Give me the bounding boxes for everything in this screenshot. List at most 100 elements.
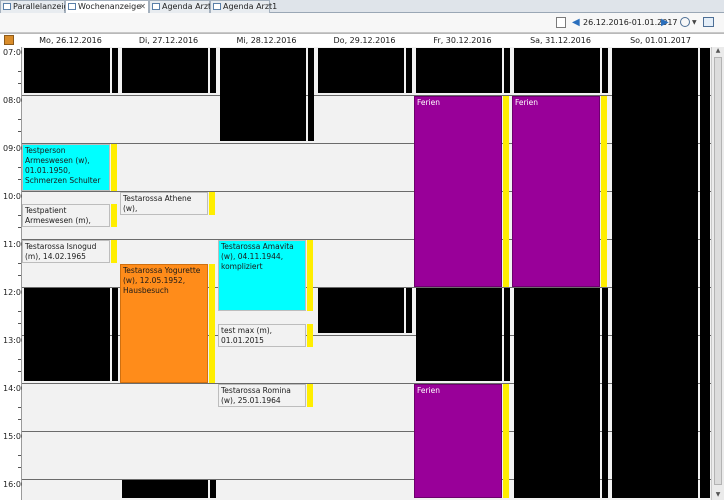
quarter-tick [18, 131, 21, 132]
day-header-monday: Mo, 26.12.2016 [39, 36, 102, 45]
blocked-slot[interactable] [504, 48, 510, 93]
appointment[interactable]: Testarossa Isnogud (m), 14.02.1965 [22, 240, 110, 263]
appointment[interactable]: Testpatient Armeswesen (m), 01.01.1950 [22, 204, 110, 227]
scroll-down-icon[interactable]: ▼ [713, 491, 723, 500]
day-header-thursday: Do, 29.12.2016 [333, 36, 396, 45]
holiday-block[interactable]: Ferien [414, 384, 502, 498]
vertical-scrollbar[interactable]: ▲ ▼ [711, 47, 724, 500]
appointment-text: Testarossa Yogurette (w), 12.05.1952, Ha… [123, 266, 201, 295]
hour-line [22, 143, 712, 144]
calendar-settings-icon[interactable] [4, 35, 14, 45]
calendar-picker-icon[interactable] [556, 17, 566, 28]
time-axis: 07:00 08:00 09:00 10:00 11:00 12:00 13:0… [0, 47, 26, 500]
hour-line [22, 431, 712, 432]
day-header-wednesday: Mi, 28.12.2016 [236, 36, 297, 45]
zoom-icon[interactable] [680, 17, 690, 27]
holiday-label: Ferien [515, 98, 539, 107]
appointment[interactable]: test max (m), 01.01.2015 [218, 324, 306, 347]
blocked-slot[interactable] [122, 480, 208, 498]
scroll-up-icon[interactable]: ▲ [713, 47, 723, 56]
previous-week-arrow-icon[interactable]: ◀ [572, 17, 580, 28]
tab-wochenanzeige[interactable]: Wochenanzeige ✕ [65, 0, 149, 13]
next-week-arrow-icon[interactable]: ▶ [661, 17, 669, 28]
blocked-slot[interactable] [406, 48, 412, 93]
day-header-friday: Fr, 30.12.2016 [433, 36, 492, 45]
quarter-tick [18, 467, 21, 468]
blocked-slot[interactable] [602, 48, 608, 93]
appointment[interactable]: Testarossa Romina (w), 25.01.1964 [218, 384, 306, 407]
appointment-text: test max (m), 01.01.2015 [221, 326, 273, 345]
blocked-slot[interactable] [210, 48, 216, 93]
quarter-tick [18, 419, 21, 420]
blocked-slot[interactable] [220, 48, 306, 141]
blocked-slot[interactable] [416, 288, 502, 381]
hour-line [22, 95, 712, 96]
blocked-slot[interactable] [24, 288, 110, 381]
hour-line [22, 239, 712, 240]
blocked-slot[interactable] [318, 288, 404, 333]
blocked-day[interactable] [612, 48, 698, 498]
status-marker [307, 384, 313, 407]
status-marker [503, 384, 509, 498]
refresh-icon[interactable] [703, 17, 714, 27]
blocked-slot[interactable] [318, 48, 404, 93]
status-marker [307, 324, 313, 347]
holiday-label: Ferien [417, 386, 441, 395]
appointment-text: Testarossa Romina (w), 25.01.1964 [221, 386, 291, 405]
blocked-slot[interactable] [112, 48, 118, 93]
day-header-sunday: So, 01.01.2017 [630, 36, 691, 45]
hour-line [22, 383, 712, 384]
calendar-icon [152, 3, 160, 10]
blocked-slot[interactable] [308, 48, 314, 141]
quarter-tick [18, 83, 21, 84]
appointment-text: Testarossa Amavita (w), 04.11.1944, komp… [221, 242, 294, 271]
tab-label: Agenda Arzt1 [223, 2, 278, 11]
half-hour-tick [18, 263, 21, 264]
scrollbar-thumb[interactable] [714, 57, 722, 485]
week-toolbar: ◀ 26.12.2016-01.01.2017 ▶ ▼ [0, 13, 724, 33]
blocked-slot[interactable] [122, 48, 208, 93]
calendar-icon [3, 3, 11, 10]
quarter-tick [18, 323, 21, 324]
blocked-slot[interactable] [416, 48, 502, 93]
half-hour-tick [18, 455, 21, 456]
close-icon[interactable]: ✕ [139, 1, 146, 13]
holiday-block[interactable]: Ferien [414, 96, 502, 287]
tab-label: Agenda Arzt1 [162, 2, 217, 11]
half-hour-tick [18, 119, 21, 120]
appointment[interactable]: Testperson Armeswesen (w), 01.01.1950, S… [22, 144, 110, 191]
quarter-tick [18, 179, 21, 180]
blocked-slot[interactable] [112, 288, 118, 381]
status-marker [209, 264, 215, 383]
blocked-slot[interactable] [24, 48, 110, 93]
half-hour-tick [18, 311, 21, 312]
editor-tab-bar: Parallelanzeige Wochenanzeige ✕ Agenda A… [0, 0, 724, 13]
appointment-text: Testperson Armeswesen (w), 01.01.1950, S… [25, 146, 101, 185]
blocked-slot[interactable] [602, 288, 608, 498]
status-marker [307, 240, 313, 311]
quarter-tick [18, 275, 21, 276]
calendar-icon [213, 3, 221, 10]
chevron-down-icon[interactable]: ▼ [692, 19, 697, 30]
appointment[interactable]: Testarossa Yogurette (w), 12.05.1952, Ha… [120, 264, 208, 383]
half-hour-tick [18, 407, 21, 408]
blocked-slot[interactable] [514, 48, 600, 93]
tab-agenda-arzt1[interactable]: Agenda Arzt1 [149, 0, 216, 13]
tab-parallelanzeige[interactable]: Parallelanzeige [0, 0, 73, 13]
day-header-tuesday: Di, 27.12.2016 [138, 36, 199, 45]
day-header-saturday: Sa, 31.12.2016 [530, 36, 591, 45]
appointment[interactable]: Testarossa Athene (w), [120, 192, 208, 215]
blocked-slot[interactable] [210, 480, 216, 498]
appointment-text: Testpatient Armeswesen (m), 01.01.1950 [25, 206, 91, 225]
blocked-slot[interactable] [504, 288, 510, 381]
week-calendar: Mo, 26.12.2016 Di, 27.12.2016 Mi, 28.12.… [0, 33, 724, 500]
holiday-block[interactable]: Ferien [512, 96, 600, 287]
status-marker [111, 240, 117, 263]
blocked-slot[interactable] [406, 288, 412, 333]
status-marker [111, 204, 117, 227]
tab-agenda-arzt1-2[interactable]: Agenda Arzt1 [210, 0, 277, 13]
blocked-slot[interactable] [514, 288, 600, 498]
quarter-tick [18, 371, 21, 372]
appointment[interactable]: Testarossa Amavita (w), 04.11.1944, komp… [218, 240, 306, 311]
blocked-day[interactable] [700, 48, 710, 498]
